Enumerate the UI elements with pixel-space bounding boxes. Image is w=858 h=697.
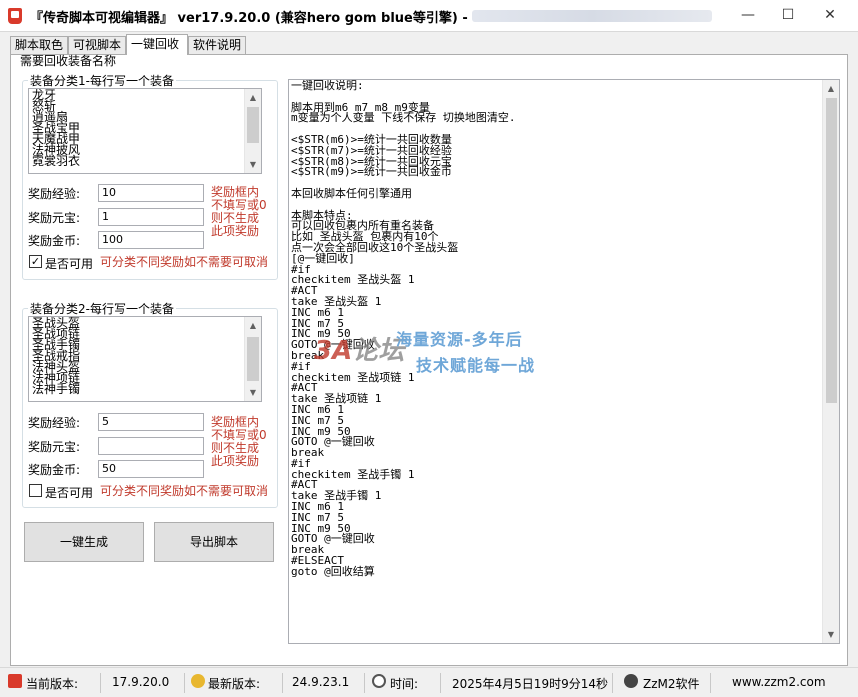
group-2-exp-input[interactable]: 5 xyxy=(98,413,204,431)
script-line: goto @回收结算 xyxy=(291,564,375,578)
time-label: 时间: xyxy=(390,677,419,691)
list-item: 法神手镯 xyxy=(32,382,81,396)
script-line: 本回收脚本任何引擎通用 xyxy=(291,186,412,200)
note-line: 此项奖励 xyxy=(211,224,260,238)
script-line: checkitem 圣战头盔 1 xyxy=(291,273,415,287)
tab-one-click-recycle[interactable]: 一键回收 xyxy=(126,34,188,55)
script-line: break xyxy=(291,446,325,460)
group-1-scrollbar[interactable]: ▲ ▼ xyxy=(244,89,261,173)
clock-icon xyxy=(372,674,386,688)
script-line: <$STR(m9)>=统计一共回收金币 xyxy=(291,165,452,179)
status-divider xyxy=(184,673,185,693)
group-1-exp-label: 奖励经验: xyxy=(28,187,81,201)
group-2-item-list[interactable]: 圣战头盔 圣战项链 圣战手镯 圣战戒指 法神头盔 法神项链 法神手镯 ▲ ▼ xyxy=(28,316,262,402)
panel-title: 需要回收装备名称 xyxy=(20,54,117,68)
group-1-gold-label: 奖励金币: xyxy=(28,234,81,248)
generate-button[interactable]: 一键生成 xyxy=(24,522,144,562)
group-2-legend: 装备分类2-每行写一个装备 xyxy=(28,300,176,317)
list-item: 霓裳羽衣 xyxy=(32,154,81,168)
group-1-yuanbao-input[interactable]: 1 xyxy=(98,208,204,226)
group-2-scrollbar[interactable]: ▲ ▼ xyxy=(244,317,261,401)
scroll-thumb[interactable] xyxy=(826,98,837,403)
status-divider xyxy=(710,673,711,693)
script-textarea[interactable]: 一键回收说明: 脚本用到m6 m7 m8 m9变量 m变量为个人变量 下线不保存 切… xyxy=(288,79,840,644)
group-1-gold-input[interactable]: 100 xyxy=(98,231,204,249)
scroll-up-icon[interactable]: ▲ xyxy=(245,89,261,106)
update-icon xyxy=(191,674,205,688)
group-2-enabled-checkbox[interactable] xyxy=(29,484,42,497)
script-line: checkitem 圣战手镯 1 xyxy=(291,467,415,481)
scroll-down-icon[interactable]: ▼ xyxy=(245,384,261,401)
title-bar: 『传奇脚本可视编辑器』 ver17.9.20.0 (兼容hero gom blu… xyxy=(0,0,858,32)
export-script-button[interactable]: 导出脚本 xyxy=(154,522,274,562)
script-line: GOTO @一键回收 xyxy=(291,435,375,449)
note-line: 此项奖励 xyxy=(211,454,260,468)
script-line: GOTO @一键回收 xyxy=(291,532,375,546)
group-2-reward-note: 奖励框内 不填写或0 则不生成 此项奖励 xyxy=(211,416,267,468)
group-1-enabled-checkbox[interactable]: ✓ xyxy=(29,255,42,268)
current-version-value: 17.9.20.0 xyxy=(112,675,170,689)
script-scrollbar[interactable]: ▲ ▼ xyxy=(822,80,839,643)
website-link[interactable]: www.zzm2.com xyxy=(732,675,826,689)
status-divider xyxy=(440,673,441,693)
status-divider xyxy=(282,673,283,693)
script-line: [@一键回收] xyxy=(291,251,355,265)
version-icon xyxy=(8,674,22,688)
group-2-yuanbao-label: 奖励元宝: xyxy=(28,440,81,454)
group-1-enabled-label: 是否可用 xyxy=(45,257,94,271)
brand-name: ZzM2软件 xyxy=(643,677,700,691)
group-2-gold-input[interactable]: 50 xyxy=(98,460,204,478)
window-title: 『传奇脚本可视编辑器』 ver17.9.20.0 (兼容hero gom blu… xyxy=(30,11,468,26)
latest-version-value: 24.9.23.1 xyxy=(292,675,350,689)
group-2-exp-label: 奖励经验: xyxy=(28,416,81,430)
group-1-enabled-note: 可分类不同奖励如不需要可取消 xyxy=(100,255,269,269)
script-line: m变量为个人变量 下线不保存 切换地图清空. xyxy=(291,111,516,125)
group-1-reward-note: 奖励框内 不填写或0 则不生成 此项奖励 xyxy=(211,186,267,238)
blurred-title-region xyxy=(472,10,712,22)
brand-icon xyxy=(624,674,638,688)
status-divider xyxy=(100,673,101,693)
group-2-enabled-label: 是否可用 xyxy=(45,486,94,500)
scroll-down-icon[interactable]: ▼ xyxy=(245,156,261,173)
script-line: break xyxy=(291,348,325,362)
group-2-gold-label: 奖励金币: xyxy=(28,463,81,477)
latest-version-label: 最新版本: xyxy=(208,677,261,691)
script-lines: 一键回收说明: 脚本用到m6 m7 m8 m9变量 m变量为个人变量 下线不保存 切… xyxy=(291,79,516,578)
scroll-up-icon[interactable]: ▲ xyxy=(823,80,839,97)
time-value: 2025年4月5日19时9分14秒 xyxy=(452,677,608,691)
tab-software-help[interactable]: 软件说明 xyxy=(188,36,246,54)
close-button[interactable]: ✕ xyxy=(810,0,850,30)
group-1-exp-input[interactable]: 10 xyxy=(98,184,204,202)
group-2-enabled-note: 可分类不同奖励如不需要可取消 xyxy=(100,484,269,498)
status-bar: 当前版本: 17.9.20.0 最新版本: 24.9.23.1 时间: 2025… xyxy=(0,667,858,697)
group-1-item-list[interactable]: 龙牙 怒斩 逍遥扇 圣战宝甲 天魔战甲 法神披风 霓裳羽衣 ▲ ▼ xyxy=(28,88,262,174)
scroll-up-icon[interactable]: ▲ xyxy=(245,317,261,334)
maximize-button[interactable]: ☐ xyxy=(768,0,808,30)
group-1-yuanbao-label: 奖励元宝: xyxy=(28,211,81,225)
app-icon xyxy=(8,8,22,24)
group-1-legend: 装备分类1-每行写一个装备 xyxy=(28,72,176,89)
script-line: GOTO @一键回收 xyxy=(291,338,375,352)
script-line: checkitem 圣战项链 1 xyxy=(291,370,415,384)
scroll-thumb[interactable] xyxy=(247,337,259,381)
minimize-button[interactable]: — xyxy=(728,0,768,30)
current-version-label: 当前版本: xyxy=(26,677,79,691)
script-line: 一键回收说明: xyxy=(291,79,364,92)
status-divider xyxy=(364,673,365,693)
group-2-yuanbao-input[interactable] xyxy=(98,437,204,455)
scroll-thumb[interactable] xyxy=(247,107,259,143)
status-divider xyxy=(612,673,613,693)
scroll-down-icon[interactable]: ▼ xyxy=(823,626,839,643)
